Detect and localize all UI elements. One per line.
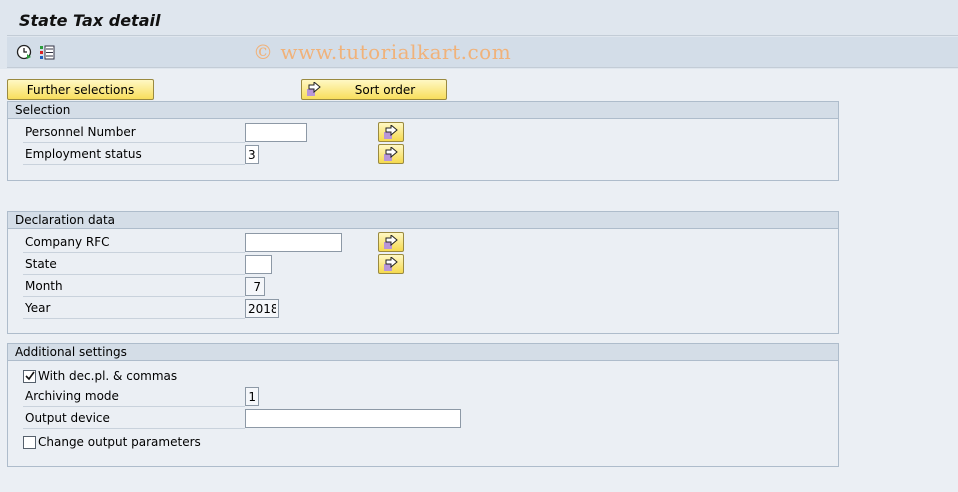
output-device-input[interactable] [245, 409, 461, 428]
multiple-selection-arrow-icon [384, 147, 398, 161]
watermark-text: © www.tutorialkart.com [253, 40, 512, 64]
year-label: Year [23, 298, 245, 319]
arrow-right-icon [307, 80, 321, 96]
year-input[interactable] [245, 299, 279, 318]
clock-execute-icon[interactable] [16, 44, 32, 60]
sort-order-label: Sort order [354, 82, 416, 97]
personnel-number-multiple-selection-button[interactable] [378, 122, 404, 142]
content-area: Further selections Sort order Selection … [0, 69, 958, 492]
multiple-selection-arrow-icon [384, 125, 398, 139]
with-decimals-row[interactable]: With dec.pl. & commas [23, 366, 177, 386]
with-decimals-label: With dec.pl. & commas [38, 369, 178, 383]
archiving-mode-label: Archiving mode [23, 386, 245, 407]
additional-settings-header: Additional settings [8, 344, 838, 361]
checkmark-icon [24, 371, 35, 381]
employment-status-label: Employment status [23, 144, 245, 165]
company-rfc-label: Company RFC [23, 232, 245, 253]
personnel-number-input[interactable] [245, 123, 307, 142]
output-device-label: Output device [23, 408, 245, 429]
declaration-data-header: Declaration data [8, 212, 838, 229]
state-multiple-selection-button[interactable] [378, 254, 404, 274]
change-output-label: Change output parameters [38, 435, 201, 449]
declaration-data-group: Declaration data Company RFC State Month [7, 211, 839, 334]
month-label: Month [23, 276, 245, 297]
employment-status-multiple-selection-button[interactable] [378, 144, 404, 164]
with-decimals-checkbox[interactable] [23, 369, 36, 383]
additional-settings-group: Additional settings With dec.pl. & comma… [7, 343, 839, 467]
state-input[interactable] [245, 255, 272, 274]
company-rfc-input[interactable] [245, 233, 342, 252]
month-input[interactable] [245, 277, 265, 296]
application-toolbar: © www.tutorialkart.com [7, 37, 958, 68]
change-output-checkbox[interactable] [23, 435, 36, 449]
archiving-mode-input[interactable] [245, 387, 259, 406]
selection-group: Selection Personnel Number Employment st… [7, 101, 839, 181]
multiple-selection-arrow-icon [384, 257, 398, 271]
selection-header: Selection [8, 102, 838, 119]
company-rfc-multiple-selection-button[interactable] [378, 232, 404, 252]
employment-status-input[interactable] [245, 145, 259, 164]
sort-order-button[interactable]: Sort order [301, 79, 447, 100]
personnel-number-label: Personnel Number [23, 122, 245, 143]
page-title: State Tax detail [19, 11, 161, 30]
multiple-selection-arrow-icon [384, 235, 398, 249]
variant-list-icon[interactable] [39, 44, 55, 60]
state-label: State [23, 254, 245, 275]
title-bar: State Tax detail [7, 6, 958, 36]
change-output-row[interactable]: Change output parameters [23, 432, 201, 452]
further-selections-button[interactable]: Further selections [7, 79, 154, 100]
